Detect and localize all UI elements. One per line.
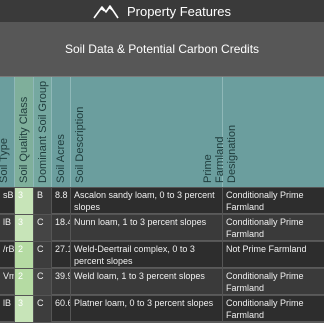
app-title: Property Features: [126, 3, 232, 19]
cell-group: C: [33, 269, 51, 295]
table-row[interactable]: lB 3 C 18.4 Nunn loam, 1 to 3 percent sl…: [0, 214, 324, 241]
cell-farmland: Conditionally Prime Farmland: [222, 296, 324, 322]
cell-quality: 3: [14, 215, 33, 241]
cell-group: C: [33, 215, 51, 241]
cell-acres: 39.9: [51, 269, 70, 295]
cell-soil-type: lB: [3, 217, 12, 227]
header-soil-description[interactable]: Soil Description: [70, 77, 222, 187]
table-header: Soil Type Soil Quality Class Dominant So…: [0, 77, 324, 187]
header-label: Soil Acres: [55, 134, 67, 183]
app-header: Property Features: [0, 0, 324, 22]
cell-description: Nunn loam, 1 to 3 percent slopes: [70, 215, 222, 241]
cell-acres: 27.1: [51, 242, 70, 268]
cell-farmland: Not Prime Farmland: [222, 242, 324, 268]
cell-acres: 8.8: [51, 188, 70, 214]
cell-description: Ascalon sandy loam, 0 to 3 percent slope…: [70, 188, 222, 214]
section-band: Soil Data & Potential Carbon Credits: [0, 22, 324, 76]
header-label: Soil Description: [74, 106, 86, 183]
cell-quality: 3: [14, 188, 33, 214]
cell-group: C: [33, 296, 51, 322]
cell-acres: 60.6: [51, 296, 70, 322]
table-row[interactable]: VmB 2 C 39.9 Weld loam, 1 to 3 percent s…: [0, 268, 324, 295]
table-row[interactable]: lB 3 C 60.6 Platner loam, 0 to 3 percent…: [0, 295, 324, 322]
header-label: Prime Farmland Designation: [202, 124, 238, 183]
cell-soil-type: VmB: [3, 271, 14, 281]
header-prime-farmland[interactable]: Prime Farmland Designation: [202, 77, 324, 187]
header-dominant-soil-group[interactable]: Dominant Soil Group: [33, 77, 51, 187]
header-soil-acres[interactable]: Soil Acres: [51, 77, 70, 187]
cell-description: Weld loam, 1 to 3 percent slopes: [70, 269, 222, 295]
table-row[interactable]: sB 3 B 8.8 Ascalon sandy loam, 0 to 3 pe…: [0, 187, 324, 214]
cell-quality: 2: [14, 269, 33, 295]
cell-farmland: Conditionally Prime Farmland: [222, 215, 324, 241]
cell-soil-type: lB: [3, 298, 12, 308]
cell-soil-type: /rB: [3, 244, 14, 254]
cell-description: Weld-Deertrail complex, 0 to 3 percent s…: [70, 242, 222, 268]
header-soil-quality-class[interactable]: Soil Quality Class: [14, 77, 33, 187]
cell-group: C: [33, 242, 51, 268]
cell-group: B: [33, 188, 51, 214]
table-row[interactable]: /rB 2 C 27.1 Weld-Deertrail complex, 0 t…: [0, 241, 324, 268]
section-title: Soil Data & Potential Carbon Credits: [64, 42, 260, 56]
cell-farmland: Conditionally Prime Farmland: [222, 269, 324, 295]
cell-acres: 18.4: [51, 215, 70, 241]
cell-soil-type: sB: [3, 190, 14, 200]
header-label: Soil Type: [0, 137, 10, 183]
cell-farmland: Conditionally Prime Farmland: [222, 188, 324, 214]
cell-quality: 3: [14, 296, 33, 322]
cell-description: Platner loam, 0 to 3 percent slopes: [70, 296, 222, 322]
header-label: Soil Quality Class: [18, 96, 30, 183]
header-label: Dominant Soil Group: [37, 80, 49, 183]
cell-quality: 2: [14, 242, 33, 268]
header-soil-type[interactable]: Soil Type: [0, 77, 14, 187]
mountain-logo-icon: [93, 5, 119, 19]
